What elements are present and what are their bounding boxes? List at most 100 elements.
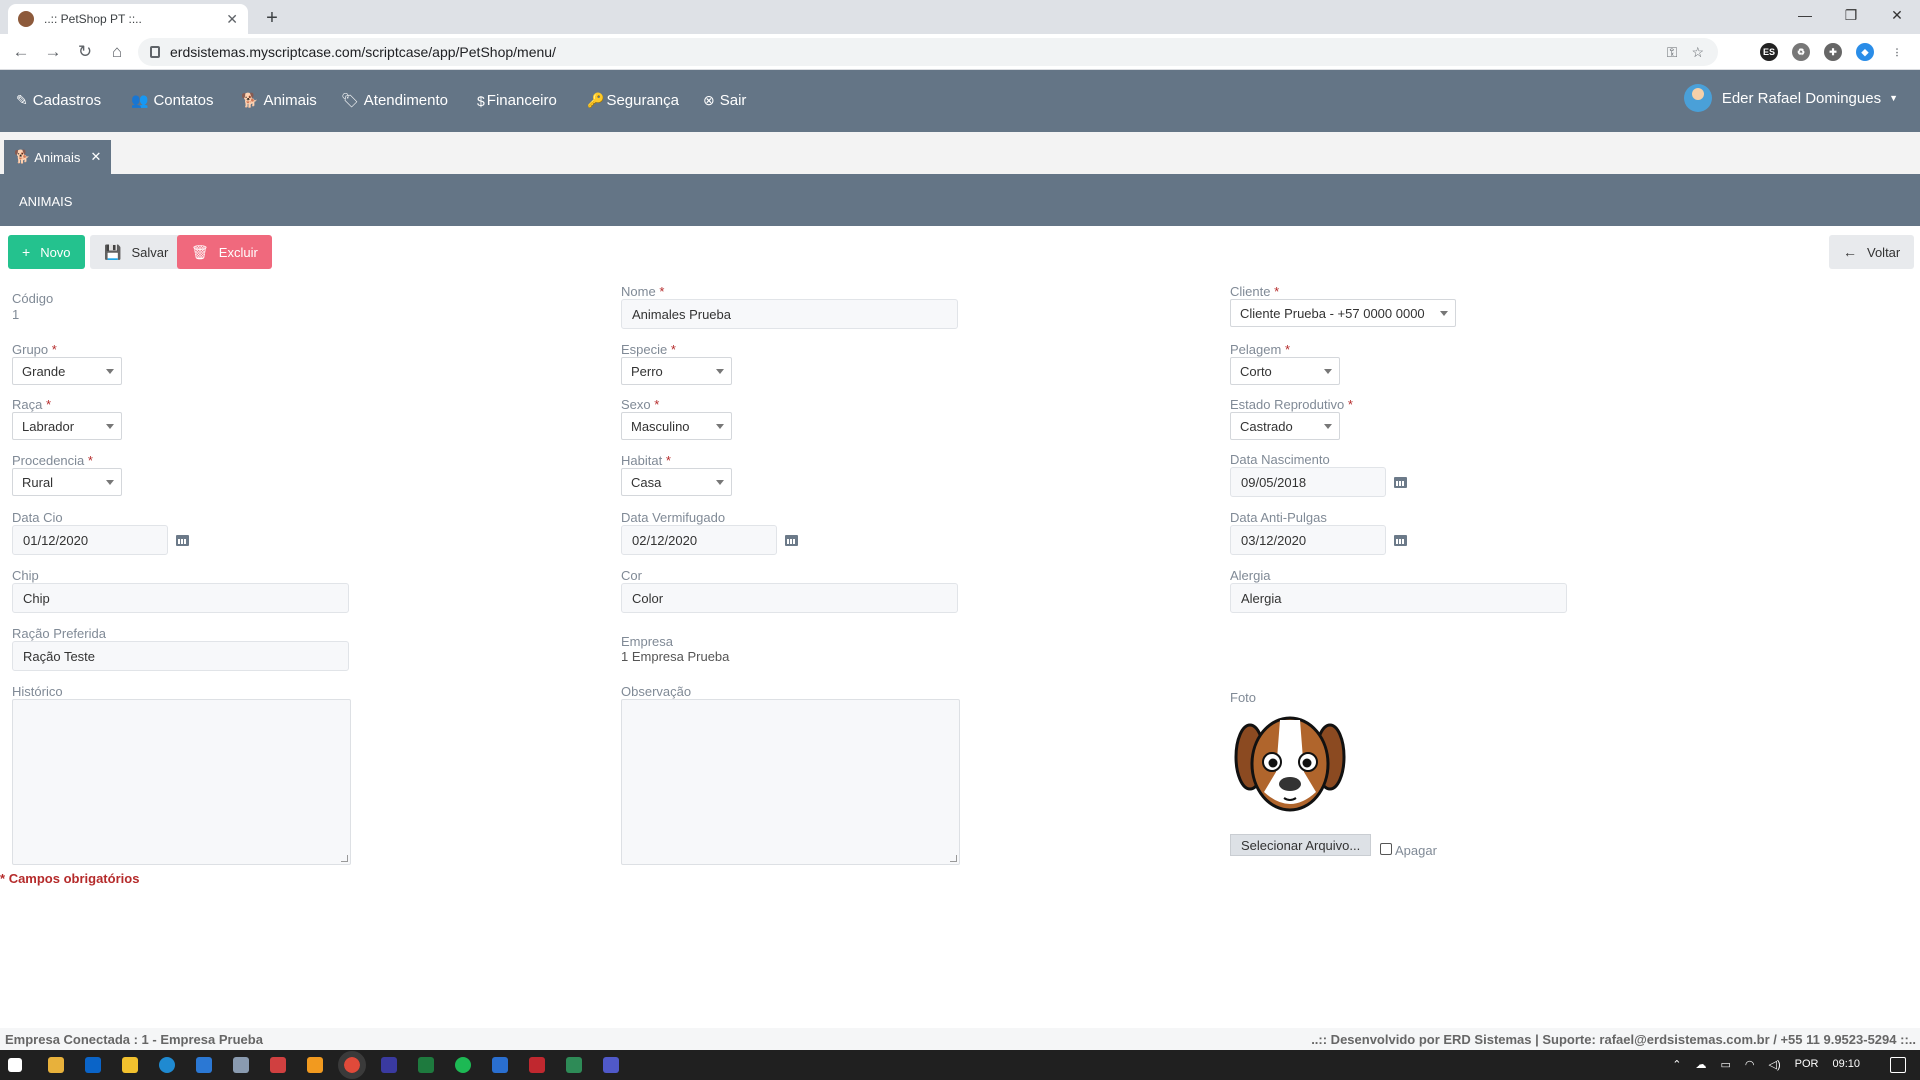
close-tab-icon[interactable]: ✕: [226, 11, 238, 28]
alergia-input[interactable]: Alergia: [1230, 583, 1567, 613]
excluir-button[interactable]: 🗑 Excluir: [177, 235, 272, 269]
racao-preferida-label: Ração Preferida: [12, 626, 106, 641]
extension-blue-icon[interactable]: ◆: [1856, 43, 1874, 61]
wifi-icon[interactable]: ◠: [1745, 1058, 1755, 1071]
pelagem-label-text: Pelagem: [1230, 342, 1282, 357]
cloud-icon[interactable]: ☁: [1695, 1058, 1706, 1071]
sexo-label-text: Sexo: [621, 397, 651, 412]
volume-icon[interactable]: ◁): [1769, 1058, 1781, 1071]
habitat-select[interactable]: Casa: [621, 468, 732, 496]
historico-textarea[interactable]: [12, 699, 351, 865]
especie-select[interactable]: Perro: [621, 357, 732, 385]
menu-animais[interactable]: 🐕 Animais: [241, 92, 317, 109]
address-bar[interactable]: erdsistemas.myscriptcase.com/scriptcase/…: [138, 38, 1718, 66]
new-tab-button[interactable]: +: [258, 4, 286, 32]
required-note: * Campos obrigatórios: [0, 871, 139, 886]
calendar-icon[interactable]: [785, 533, 798, 546]
menu-cadastros[interactable]: ✎ Cadastros: [16, 92, 101, 109]
forward-icon[interactable]: →: [40, 39, 66, 65]
restore-icon[interactable]: ❐: [1828, 0, 1874, 30]
app-menu: ✎ Cadastros 👥 Contatos 🐕 Animais 🏷 Atend…: [0, 70, 1920, 132]
required-marker: *: [0, 871, 6, 886]
back-icon[interactable]: ←: [8, 39, 34, 65]
chevron-up-icon[interactable]: ⌃: [1672, 1058, 1681, 1071]
required-marker: *: [1274, 284, 1280, 299]
excel-icon[interactable]: [418, 1057, 434, 1073]
select-file-button[interactable]: Selecionar Arquivo...: [1230, 834, 1372, 856]
language-indicator[interactable]: POR: [1795, 1058, 1819, 1071]
sheets-icon[interactable]: [566, 1057, 582, 1073]
chip-input[interactable]: Chip: [12, 583, 349, 613]
extension-es-icon[interactable]: ES: [1760, 43, 1778, 61]
menu-atendimento[interactable]: 🏷 Atendimento: [341, 92, 448, 109]
file-explorer-icon[interactable]: [48, 1057, 64, 1073]
key-icon[interactable]: ⚿: [1667, 44, 1678, 61]
procedencia-value: Rural: [22, 474, 54, 490]
start-icon[interactable]: [8, 1058, 22, 1072]
data-anti-pulgas-input[interactable]: 03/12/2020: [1230, 525, 1386, 555]
sticky-icon[interactable]: [122, 1057, 138, 1073]
spotify-icon[interactable]: [455, 1057, 471, 1073]
browser-menu-icon[interactable]: ⋮: [1888, 43, 1906, 61]
lock-icon: [150, 46, 160, 58]
racao-preferida-input[interactable]: Ração Teste: [12, 641, 349, 671]
edge-icon[interactable]: [159, 1057, 175, 1073]
cliente-select[interactable]: Cliente Prueba - +57 0000 0000: [1230, 299, 1456, 327]
procedencia-select[interactable]: Rural: [12, 468, 122, 496]
sexo-select[interactable]: Masculino: [621, 412, 732, 440]
pelagem-select[interactable]: Corto: [1230, 357, 1340, 385]
document-icon[interactable]: [492, 1057, 508, 1073]
chrome-icon[interactable]: [338, 1051, 366, 1079]
estado-reprodutivo-select[interactable]: Castrado: [1230, 412, 1340, 440]
user-menu[interactable]: Eder Rafael Domingues ▼: [1683, 84, 1898, 112]
observacao-textarea[interactable]: [621, 699, 960, 865]
extension-recycle-icon[interactable]: ♻: [1792, 43, 1810, 61]
notifications-icon[interactable]: [1890, 1057, 1906, 1073]
close-icon[interactable]: ✕: [90, 149, 101, 165]
star-icon[interactable]: ☆: [1691, 44, 1704, 61]
outlook-icon[interactable]: [85, 1057, 101, 1073]
app-icon[interactable]: [270, 1057, 286, 1073]
chevron-down-icon: [716, 480, 724, 485]
minimize-icon[interactable]: —: [1782, 0, 1828, 30]
estado-reprodutivo-label-text: Estado Reprodutivo: [1230, 397, 1345, 412]
shield-icon[interactable]: [529, 1057, 545, 1073]
menu-sair[interactable]: ⊗ Sair: [703, 92, 746, 109]
voltar-button[interactable]: ← Voltar: [1829, 235, 1915, 269]
sublime-icon[interactable]: [307, 1057, 323, 1073]
data-nascimento-input[interactable]: 09/05/2018: [1230, 467, 1386, 497]
calendar-icon[interactable]: [176, 533, 189, 546]
required-marker: *: [654, 397, 660, 412]
menu-contatos[interactable]: 👥 Contatos: [131, 92, 213, 109]
calendar-icon[interactable]: [1394, 533, 1407, 546]
data-vermifugado-input[interactable]: 02/12/2020: [621, 525, 777, 555]
menu-seguranca[interactable]: 🔑 Segurança: [587, 92, 679, 109]
status-footer: Empresa Conectada : 1 - Empresa Prueba .…: [0, 1028, 1920, 1050]
procedencia-label: Procedencia *: [12, 453, 93, 468]
menu-financeiro[interactable]: $ Financeiro: [477, 92, 557, 109]
salvar-button[interactable]: 💾 Salvar: [90, 235, 183, 269]
mail-icon[interactable]: [196, 1057, 212, 1073]
browser-tab[interactable]: ..:: PetShop PT ::.. ✕: [8, 4, 248, 34]
novo-button[interactable]: + Novo: [8, 235, 85, 269]
extensions-puzzle-icon[interactable]: ✚: [1824, 43, 1842, 61]
cor-input[interactable]: Color: [621, 583, 958, 613]
close-window-icon[interactable]: ✕: [1874, 0, 1920, 30]
grupo-select[interactable]: Grande: [12, 357, 122, 385]
home-icon[interactable]: ⌂: [104, 39, 130, 65]
data-cio-input[interactable]: 01/12/2020: [12, 525, 168, 555]
reload-icon[interactable]: ↻: [72, 39, 98, 65]
teams-icon[interactable]: [603, 1057, 619, 1073]
browser-tabstrip: ..:: PetShop PT ::.. ✕ + — ❐ ✕: [0, 0, 1920, 34]
nome-input[interactable]: Animales Prueba: [621, 299, 958, 329]
notepad-icon[interactable]: [233, 1057, 249, 1073]
clock[interactable]: 09:10: [1832, 1058, 1860, 1071]
calendar-icon[interactable]: [1394, 475, 1407, 488]
cliente-label: Cliente *: [1230, 284, 1279, 299]
battery-icon[interactable]: ▭: [1720, 1058, 1730, 1071]
apagar-checkbox[interactable]: [1380, 843, 1392, 855]
tab-animais[interactable]: 🐕 Animais ✕: [4, 140, 112, 174]
raca-label-text: Raça: [12, 397, 43, 412]
phpstorm-icon[interactable]: [381, 1057, 397, 1073]
raca-select[interactable]: Labrador: [12, 412, 122, 440]
